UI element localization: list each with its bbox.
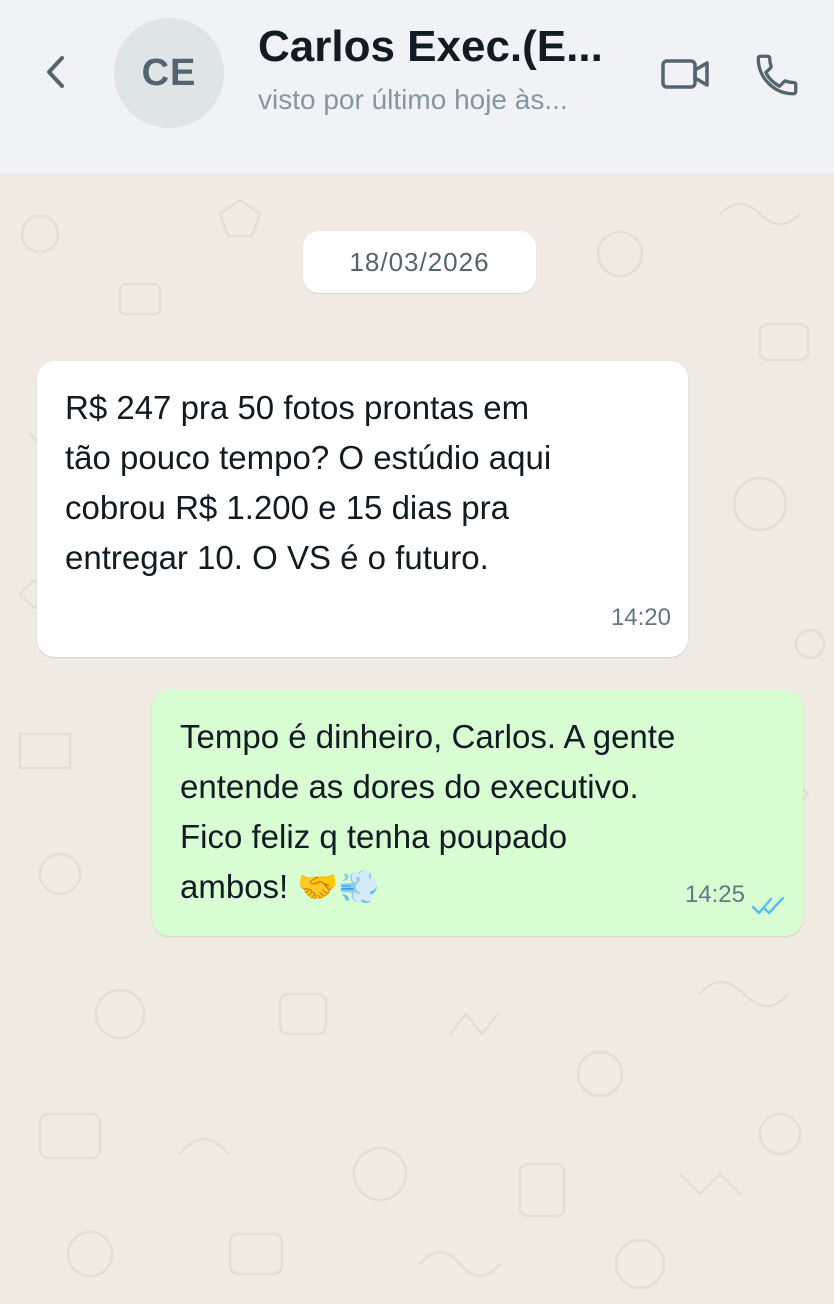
message-time: 14:20 [610,604,671,631]
video-call-button[interactable] [656,50,716,98]
avatar[interactable]: CE [114,18,224,128]
video-camera-icon [661,59,709,89]
outgoing-message-bubble[interactable]: Tempo é dinheiro, Carlos. A gente entend… [152,690,803,936]
chat-header: CE Carlos Exec.(E... visto por último ho… [0,0,834,174]
chat-area[interactable]: 18/03/2026 R$ 247 pra 50 fotos prontas e… [0,174,834,1304]
avatar-initials: CE [141,51,197,94]
message-text: Tempo é dinheiro, Carlos. A gente entend… [180,718,676,905]
last-seen-status: visto por último hoje às... [258,84,568,115]
chevron-left-icon [47,56,64,88]
date-separator: 18/03/2026 [303,231,536,293]
message-text: R$ 247 pra 50 fotos prontas em tão pouco… [65,389,552,576]
contact-name[interactable]: Carlos Exec.(E... [258,22,603,72]
back-button[interactable] [34,50,78,94]
double-check-read-icon [751,896,785,915]
voice-call-button[interactable] [748,46,806,104]
phone-icon [756,54,798,96]
message-time: 14:25 [684,881,745,908]
incoming-message-bubble[interactable]: R$ 247 pra 50 fotos prontas em tão pouco… [37,361,688,657]
